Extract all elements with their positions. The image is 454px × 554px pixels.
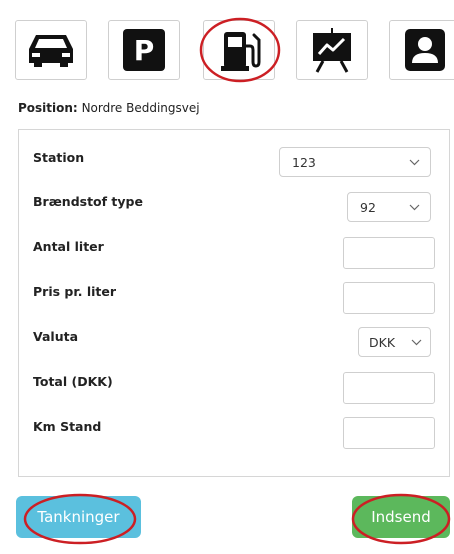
parking-letter: P <box>134 34 155 67</box>
currency-label: Valuta <box>33 329 79 344</box>
fuel-form: Station 123 Brændstof type 92 Antal lite… <box>18 129 450 477</box>
fuel-type-label: Brændstof type <box>33 194 143 209</box>
currency-select-value: DKK <box>369 334 396 350</box>
station-select-value: 123 <box>292 154 316 170</box>
fuel-type-select[interactable]: 92 <box>347 192 431 222</box>
station-label: Station <box>33 150 85 165</box>
chevron-down-icon <box>409 159 420 166</box>
active-highlight-ring <box>199 17 281 83</box>
nav-car-button[interactable] <box>15 20 87 80</box>
chevron-down-icon <box>411 339 422 346</box>
odometer-label: Km Stand <box>33 419 102 434</box>
chart-board-icon <box>313 28 351 73</box>
station-select[interactable]: 123 <box>279 147 431 177</box>
nav-parking-button[interactable]: P <box>108 20 180 80</box>
position-label: Position: <box>18 101 78 115</box>
odometer-input[interactable] <box>343 417 435 449</box>
position-line: Position: Nordre Beddingsvej <box>18 101 200 115</box>
parking-icon: P <box>123 29 165 71</box>
position-value: Nordre Beddingsvej <box>81 101 200 115</box>
nav-statistics-button[interactable] <box>296 20 368 80</box>
car-icon <box>29 35 73 67</box>
fuel-type-select-value: 92 <box>360 199 376 215</box>
chevron-down-icon <box>409 204 420 211</box>
currency-select[interactable]: DKK <box>358 327 431 357</box>
user-profile-icon <box>405 29 445 71</box>
liters-label: Antal liter <box>33 239 104 254</box>
total-label: Total (DKK) <box>33 374 113 389</box>
liters-input[interactable] <box>343 237 435 269</box>
total-input[interactable] <box>343 372 435 404</box>
submit-highlight-ring <box>351 493 451 545</box>
nav-profile-button[interactable] <box>389 20 454 80</box>
price-per-liter-input[interactable] <box>343 282 435 314</box>
price-per-liter-label: Pris pr. liter <box>33 284 117 299</box>
refuelings-highlight-ring <box>23 493 137 545</box>
